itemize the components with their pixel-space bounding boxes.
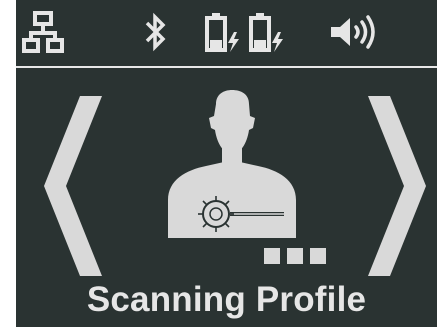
battery-charging-icon bbox=[249, 13, 283, 52]
chevron-left-icon[interactable] bbox=[40, 96, 102, 276]
chevron-right-icon[interactable] bbox=[368, 96, 430, 276]
page-dot bbox=[264, 248, 280, 264]
network-icon bbox=[22, 11, 64, 53]
page-dot bbox=[287, 248, 303, 264]
status-divider bbox=[16, 66, 437, 68]
screen-title: Scanning Profile bbox=[86, 280, 367, 319]
bluetooth-icon bbox=[145, 12, 166, 52]
page-indicator bbox=[264, 248, 326, 264]
status-bar bbox=[16, 0, 437, 66]
battery-charging-icon bbox=[205, 13, 239, 52]
page-dot bbox=[310, 248, 326, 264]
person-scanner-icon bbox=[168, 90, 296, 238]
device-screen: Scanning Profile bbox=[16, 0, 437, 327]
speaker-volume-icon bbox=[331, 15, 375, 49]
